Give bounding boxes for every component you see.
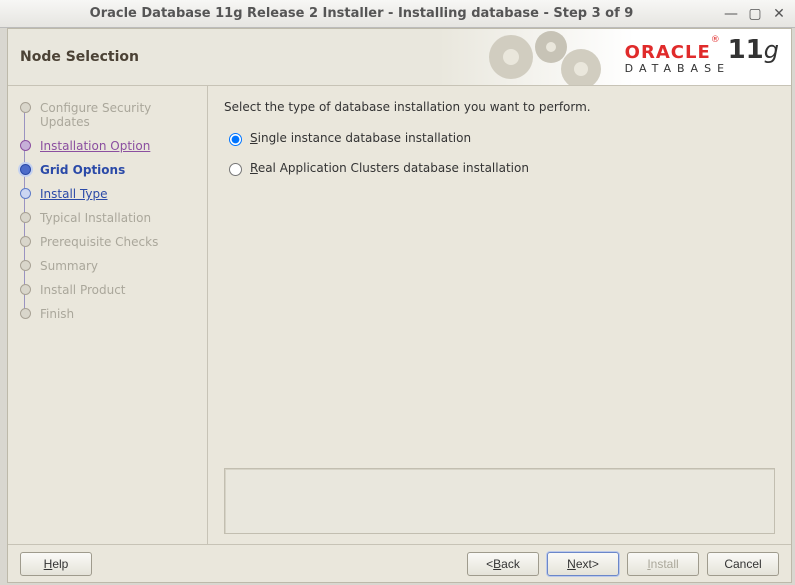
logo-brand: ORACLE — [625, 42, 711, 63]
radio-mnemonic: S — [250, 131, 258, 145]
wizard-step: Install Product — [18, 278, 199, 302]
instruction-text: Select the type of database installation… — [224, 100, 775, 114]
button-text: ack — [501, 557, 520, 571]
status-pane — [224, 468, 775, 534]
window-title: Oracle Database 11g Release 2 Installer … — [8, 6, 715, 21]
next-button[interactable]: Next > — [547, 552, 619, 576]
radio-single-instance-input[interactable] — [229, 133, 242, 146]
radio-text: ingle instance database installation — [258, 131, 471, 145]
button-text: nstall — [651, 557, 679, 571]
wizard-step: Prerequisite Checks — [18, 230, 199, 254]
page-title: Node Selection — [20, 49, 139, 65]
cancel-button[interactable]: Cancel — [707, 552, 779, 576]
button-mnemonic: N — [567, 557, 576, 571]
logo-version-g: g — [764, 36, 779, 64]
minimize-icon[interactable]: — — [723, 6, 739, 22]
window-titlebar: Oracle Database 11g Release 2 Installer … — [0, 0, 795, 28]
radio-text: eal Application Clusters database instal… — [258, 161, 529, 175]
button-text: elp — [52, 557, 68, 571]
wizard-step: Typical Installation — [18, 206, 199, 230]
radio-rac[interactable]: Real Application Clusters database insta… — [224, 160, 775, 176]
radio-single-instance[interactable]: Single instance database installation — [224, 130, 775, 146]
wizard-step: Finish — [18, 302, 199, 326]
wizard-step[interactable]: Install Type — [18, 182, 199, 206]
maximize-icon[interactable]: ▢ — [747, 6, 763, 22]
wizard-step: Summary — [18, 254, 199, 278]
button-text: ext — [576, 557, 592, 571]
installer-frame: Node Selection ORACLE® 11g DATABASE Conf… — [7, 28, 792, 583]
gear-decoration — [481, 29, 611, 85]
wizard-step: Configure Security Updates — [18, 96, 199, 134]
close-icon[interactable]: ✕ — [771, 6, 787, 22]
back-button[interactable]: < Back — [467, 552, 539, 576]
wizard-step: Grid Options — [18, 158, 199, 182]
wizard-header: Node Selection ORACLE® 11g DATABASE — [8, 29, 791, 86]
radio-rac-input[interactable] — [229, 163, 242, 176]
radio-mnemonic: R — [250, 161, 258, 175]
wizard-footer: Help < Back Next > Install Cancel — [8, 544, 791, 582]
wizard-steps-sidebar: Configure Security UpdatesInstallation O… — [8, 86, 208, 544]
oracle-logo: ORACLE® 11g DATABASE — [625, 35, 779, 75]
wizard-content: Select the type of database installation… — [208, 86, 791, 544]
install-button: Install — [627, 552, 699, 576]
logo-version-num: 11 — [728, 35, 764, 65]
help-button[interactable]: Help — [20, 552, 92, 576]
button-text: Cancel — [724, 557, 761, 571]
button-mnemonic: B — [493, 557, 501, 571]
wizard-step[interactable]: Installation Option — [18, 134, 199, 158]
button-mnemonic: H — [44, 557, 53, 571]
